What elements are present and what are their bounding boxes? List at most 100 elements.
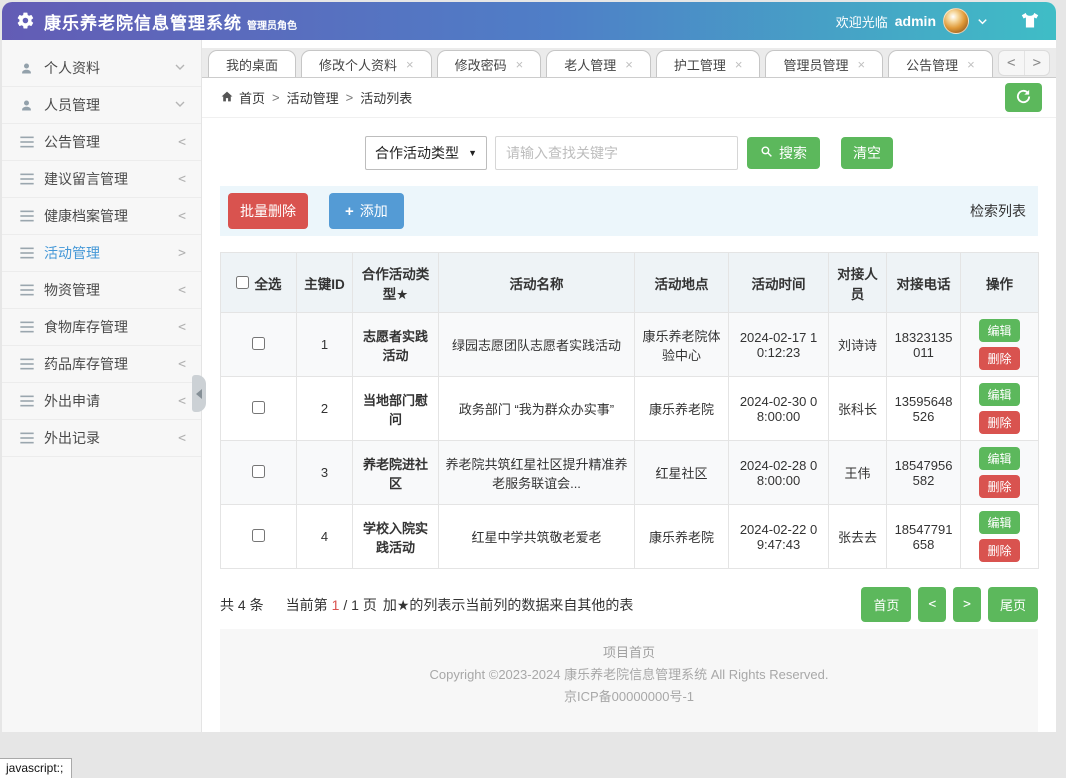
- user-icon: [18, 61, 35, 76]
- cell-id: 2: [297, 377, 353, 441]
- sidebar-item-label: 外出记录: [44, 428, 169, 448]
- chevron-down-icon[interactable]: [976, 15, 989, 28]
- first-page-button[interactable]: 首页: [861, 587, 911, 622]
- sidebar-item-7[interactable]: 食物库存管理<: [2, 309, 201, 346]
- edit-button[interactable]: 编辑: [979, 383, 1019, 406]
- tab-label: 护工管理: [674, 55, 726, 74]
- pagination: 共 4 条 当前第 1 / 1 页 加★的列表示当前列的数据来自其他的表 首页 …: [220, 587, 1038, 622]
- sidebar-item-3[interactable]: 建议留言管理<: [2, 161, 201, 198]
- delete-button[interactable]: 删除: [979, 539, 1019, 562]
- table-row: 4学校入院实践活动红星中学共筑敬老爱老康乐养老院2024-02-22 09:47…: [221, 505, 1039, 569]
- cell-type-link[interactable]: 当地部门慰问: [353, 377, 439, 441]
- breadcrumb-home[interactable]: 首页: [220, 88, 265, 107]
- tab-1[interactable]: 修改个人资料 ×: [301, 50, 432, 77]
- tab-2[interactable]: 修改密码×: [437, 50, 542, 77]
- tab-close-icon[interactable]: ×: [857, 58, 865, 71]
- sidebar-collapse-handle[interactable]: [192, 375, 206, 412]
- delete-button[interactable]: 删除: [979, 411, 1019, 434]
- pagination-total: 共 4 条: [220, 595, 264, 615]
- sidebar-item-8[interactable]: 药品库存管理<: [2, 346, 201, 383]
- cell-phone: 13595648526: [887, 377, 961, 441]
- cell-contact: 刘诗诗: [829, 313, 887, 377]
- pagination-current-page: 1: [332, 597, 340, 613]
- tab-3[interactable]: 老人管理×: [546, 50, 651, 77]
- column-header: 活动地点: [635, 253, 729, 313]
- add-button-label: 添加: [360, 201, 388, 221]
- edit-button[interactable]: 编辑: [979, 319, 1019, 342]
- brand: 康乐养老院信息管理系统 管理员角色: [16, 11, 297, 32]
- refresh-button[interactable]: [1005, 83, 1042, 112]
- cell-place: 红星社区: [635, 441, 729, 505]
- body-row: 个人资料人员管理公告管理<建议留言管理<健康档案管理<活动管理>物资管理<食物库…: [2, 40, 1056, 732]
- cell-contact: 张去去: [829, 505, 887, 569]
- search-row: 合作活动类型 ▼ 搜索 清空: [220, 136, 1038, 170]
- prev-page-button[interactable]: <: [918, 587, 946, 622]
- tabs-scroll-left-button[interactable]: <: [999, 51, 1024, 75]
- breadcrumb-section[interactable]: 活动管理: [287, 88, 339, 107]
- column-header: 对接人员: [829, 253, 887, 313]
- tab-close-icon[interactable]: ×: [735, 58, 743, 71]
- sidebar-item-5[interactable]: 活动管理>: [2, 235, 201, 272]
- sidebar-item-0[interactable]: 个人资料: [2, 50, 201, 87]
- tabs-scroll-right-button[interactable]: >: [1024, 51, 1049, 75]
- sidebar-item-6[interactable]: 物资管理<: [2, 272, 201, 309]
- add-button[interactable]: + 添加: [329, 193, 404, 229]
- chevron-left-icon: <: [178, 209, 186, 223]
- next-page-button[interactable]: >: [953, 587, 981, 622]
- last-page-button[interactable]: 尾页: [988, 587, 1038, 622]
- chevron-right-icon: >: [178, 246, 186, 260]
- sidebar-item-9[interactable]: 外出申请<: [2, 383, 201, 420]
- type-select[interactable]: 合作活动类型 ▼: [365, 136, 487, 170]
- tab-label: 管理员管理: [783, 55, 848, 74]
- sidebar-item-10[interactable]: 外出记录<: [2, 420, 201, 457]
- row-checkbox[interactable]: [252, 337, 265, 350]
- footer-copyright: Copyright ©2023-2024 康乐养老院信息管理系统 All Rig…: [220, 664, 1038, 686]
- edit-button[interactable]: 编辑: [979, 447, 1019, 470]
- delete-button[interactable]: 删除: [979, 347, 1019, 370]
- cell-type-link[interactable]: 养老院进社区: [353, 441, 439, 505]
- delete-button[interactable]: 删除: [979, 475, 1019, 498]
- cell-contact: 王伟: [829, 441, 887, 505]
- main-area: 我的桌面修改个人资料×修改密码×老人管理×护工管理×管理员管理×公告管理× < …: [202, 40, 1056, 732]
- cell-type-link[interactable]: 志愿者实践活动: [353, 313, 439, 377]
- tab-close-icon[interactable]: ×: [967, 58, 975, 71]
- column-header: 合作活动类型★: [353, 253, 439, 313]
- tab-4[interactable]: 护工管理 ×: [656, 50, 761, 77]
- sidebar-item-2[interactable]: 公告管理<: [2, 124, 201, 161]
- search-input[interactable]: [495, 136, 738, 170]
- menu-icon: [18, 172, 35, 186]
- username[interactable]: admin: [895, 13, 936, 29]
- table-row: 3养老院进社区养老院共筑红星社区提升精准养老服务联谊会...红星社区2024-0…: [221, 441, 1039, 505]
- tab-close-icon[interactable]: ×: [625, 58, 633, 71]
- cell-id: 3: [297, 441, 353, 505]
- breadcrumb: 首页 > 活动管理 > 活动列表: [202, 78, 1056, 118]
- search-button[interactable]: 搜索: [747, 137, 820, 169]
- cell-id: 1: [297, 313, 353, 377]
- tab-label: 修改个人资料: [319, 55, 397, 74]
- chevron-down-icon: ▼: [468, 148, 477, 158]
- tab-close-icon[interactable]: ×: [406, 58, 414, 71]
- table-row: 2当地部门慰问政务部门 “我为群众办实事”康乐养老院2024-02-30 08:…: [221, 377, 1039, 441]
- cell-type-link[interactable]: 学校入院实践活动: [353, 505, 439, 569]
- tab-0[interactable]: 我的桌面: [208, 50, 296, 77]
- select-all-checkbox[interactable]: [236, 276, 249, 289]
- edit-button[interactable]: 编辑: [979, 511, 1019, 534]
- chevron-down-icon: [174, 61, 186, 75]
- sidebar-item-4[interactable]: 健康档案管理<: [2, 198, 201, 235]
- row-checkbox[interactable]: [252, 465, 265, 478]
- batch-delete-button[interactable]: 批量删除: [228, 193, 308, 229]
- row-checkbox[interactable]: [252, 401, 265, 414]
- avatar[interactable]: [943, 8, 969, 34]
- tab-6[interactable]: 公告管理×: [888, 50, 993, 77]
- row-checkbox[interactable]: [252, 529, 265, 542]
- footer-home-link[interactable]: 项目首页: [603, 645, 655, 660]
- toolbar: 批量删除 + 添加 检索列表: [220, 186, 1038, 236]
- clear-button[interactable]: 清空: [841, 137, 893, 169]
- breadcrumb-page: 活动列表: [360, 88, 412, 107]
- cell-phone: 18323135011: [887, 313, 961, 377]
- theme-shirt-icon[interactable]: [1020, 12, 1040, 30]
- tab-5[interactable]: 管理员管理 ×: [765, 50, 883, 77]
- tab-close-icon[interactable]: ×: [516, 58, 524, 71]
- sidebar-item-1[interactable]: 人员管理: [2, 87, 201, 124]
- sidebar-item-label: 建议留言管理: [44, 169, 169, 189]
